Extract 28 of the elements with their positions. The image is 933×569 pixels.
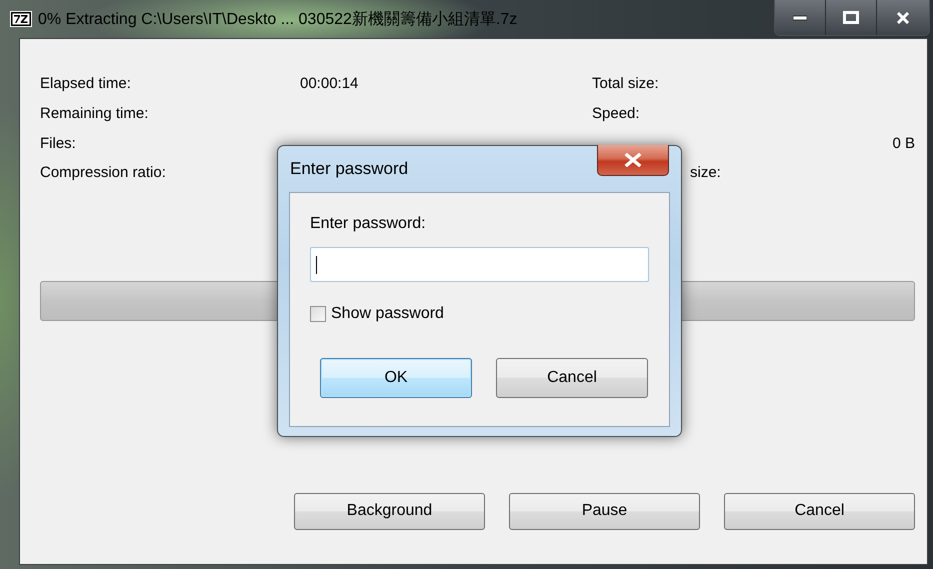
password-label: Enter password: (310, 215, 427, 234)
stat-label: Speed: (592, 105, 641, 122)
cancel-button[interactable]: Cancel (724, 492, 915, 530)
background-button[interactable]: Background (294, 492, 485, 530)
close-icon (624, 153, 642, 167)
ok-button[interactable]: OK (320, 358, 472, 398)
minimize-button[interactable] (775, 0, 826, 35)
stat-label: size: (689, 164, 722, 182)
close-button[interactable] (597, 145, 669, 176)
stat-label: Remaining time: (40, 105, 150, 122)
stat-label: Files: (40, 134, 77, 152)
cancel-button[interactable]: Cancel (496, 358, 648, 398)
show-password-label: Show password (331, 305, 444, 323)
stat-label: Elapsed time: (40, 75, 132, 92)
minimize-icon (793, 14, 807, 20)
app-logo-icon (10, 11, 32, 27)
maximize-button[interactable] (826, 0, 877, 35)
stat-label: Total size: (592, 75, 660, 92)
stat-value: 00:00:14 (300, 75, 360, 92)
window-title: 0% Extracting C:\Users\IT\Deskto ... 030522新機關籌備小組清單.7z (38, 10, 518, 30)
close-icon (896, 12, 910, 24)
pause-button[interactable]: Pause (509, 492, 700, 530)
show-password-checkbox[interactable] (310, 306, 326, 322)
maximize-icon (843, 11, 859, 24)
password-field[interactable] (310, 247, 649, 282)
stat-value: 0 B (892, 134, 915, 152)
dialog-title: Enter password (290, 159, 408, 179)
close-button[interactable] (877, 0, 929, 35)
